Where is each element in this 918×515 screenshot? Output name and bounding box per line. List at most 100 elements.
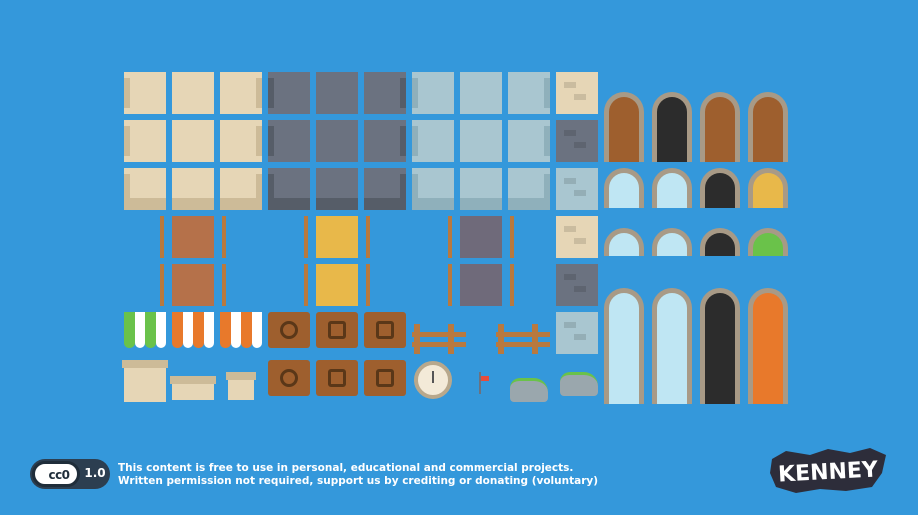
banner-dark-tile-pole [510,216,514,258]
wall-brick-accent-tile [556,168,598,210]
fence-tile [412,324,466,354]
awning-tile [124,312,166,348]
wall-ice-tile [508,72,550,114]
fence-post [414,324,420,354]
door-wood-tile-inner [609,97,639,162]
wall-sand-tile [220,168,262,210]
clock-hand [432,371,434,383]
wall-ice-tile-edge [544,78,550,108]
wall-slate-tile-base [268,198,310,210]
clock-tile [414,361,452,399]
sign-emblem [328,321,346,339]
awning-stripe [230,312,241,348]
window-tall-stained-tile-inner [753,293,783,404]
window-arched-tile-inner [657,173,687,208]
chimney-tile [170,376,216,400]
wall-slate-tile [268,72,310,114]
brick-mark [574,142,586,148]
kenney-logo: KENNEY [766,445,890,501]
fence-rail [412,332,466,337]
window-tall-dark-tile [700,288,740,404]
wall-brick-accent-tile [556,264,598,306]
wall-ice-tile [412,168,454,210]
wall-sand-tile-base [172,198,214,210]
banner-gold-tile-pole [304,216,308,258]
door-dark-tile-inner [657,97,687,162]
fence-rail [496,342,550,347]
banner-gold-tile [304,216,370,258]
fence-rail [496,332,550,337]
banner-brick-tile-pole [160,264,164,306]
banner-gold-tile-pole [366,216,370,258]
fence-rail [412,342,466,347]
window-tall-tile [652,288,692,404]
wall-slate-tile [268,120,310,162]
sprite-sheet [0,0,918,515]
wall-slate-tile [316,120,358,162]
sign-bed-tile [364,360,406,396]
wall-slate-tile [316,168,358,210]
chimney-cap [226,372,256,380]
wall-ice-tile [460,120,502,162]
window-dark-tile-inner [705,173,735,208]
brick-mark [574,334,586,340]
window-small-arched-tile [604,228,644,256]
wall-sand-tile [124,168,166,210]
window-arched-tile [652,168,692,208]
brick-mark [574,286,586,292]
window-small-stained-tile-inner [753,233,783,256]
cc0-license-badge: cc0 1.0 [30,459,110,489]
banner-brick-tile [160,264,226,306]
wall-slate-tile-edge [400,126,406,156]
banner-dark-tile-pole [448,216,452,258]
sign-coin-tile [268,312,310,348]
door-wood-window-tile-inner [705,97,735,162]
wall-slate-tile-edge [400,78,406,108]
chimney-cap [170,376,216,384]
banner-gold-tile-pole [366,264,370,306]
banner-brick-tile-pole [222,216,226,258]
wall-sand-tile [220,120,262,162]
wall-sand-tile [124,72,166,114]
banner-gold-tile-pole [304,264,308,306]
sign-emblem [376,321,394,339]
window-arched-tile [604,168,644,208]
brick-mark [564,322,576,328]
wall-brick-accent-tile [556,120,598,162]
wall-ice-tile [508,168,550,210]
rock-tile [510,378,548,402]
cc0-icon: cc0 [32,461,80,487]
cc0-label: cc0 [48,468,70,482]
kenney-logo-icon: KENNEY [770,448,886,493]
brick-mark [564,274,576,280]
wall-ice-tile-base [412,198,454,210]
chimney-tile [122,360,168,402]
wall-brick-accent-tile [556,216,598,258]
banner-dark-tile-pole [448,264,452,306]
brick-mark [574,94,586,100]
awning-stripe [134,312,145,348]
license-line-2: Written permission not required, support… [118,475,599,487]
banner-dark-tile [448,216,514,258]
awning-stripe [155,312,166,348]
window-small-arched-tile-inner [657,233,687,256]
awning-stripe [193,312,204,348]
wall-brick-accent-tile [556,312,598,354]
brick-mark [564,82,576,88]
wall-sand-tile-edge [256,126,262,156]
wall-slate-tile [316,72,358,114]
wall-brick-accent-tile [556,72,598,114]
wall-sand-tile-edge [256,78,262,108]
window-tall-tile [604,288,644,404]
window-tall-dark-tile-inner [705,293,735,404]
awning-tile [220,312,262,348]
banner-gold-tile [304,264,370,306]
door-wood-tile [604,92,644,162]
window-small-arched-tile [652,228,692,256]
sign-mug-tile [316,360,358,396]
wall-slate-tile-edge [268,126,274,156]
chimney-tile [226,372,256,400]
wall-slate-tile [364,72,406,114]
wall-sand-tile-edge [124,126,130,156]
banner-dark-tile [448,264,514,306]
